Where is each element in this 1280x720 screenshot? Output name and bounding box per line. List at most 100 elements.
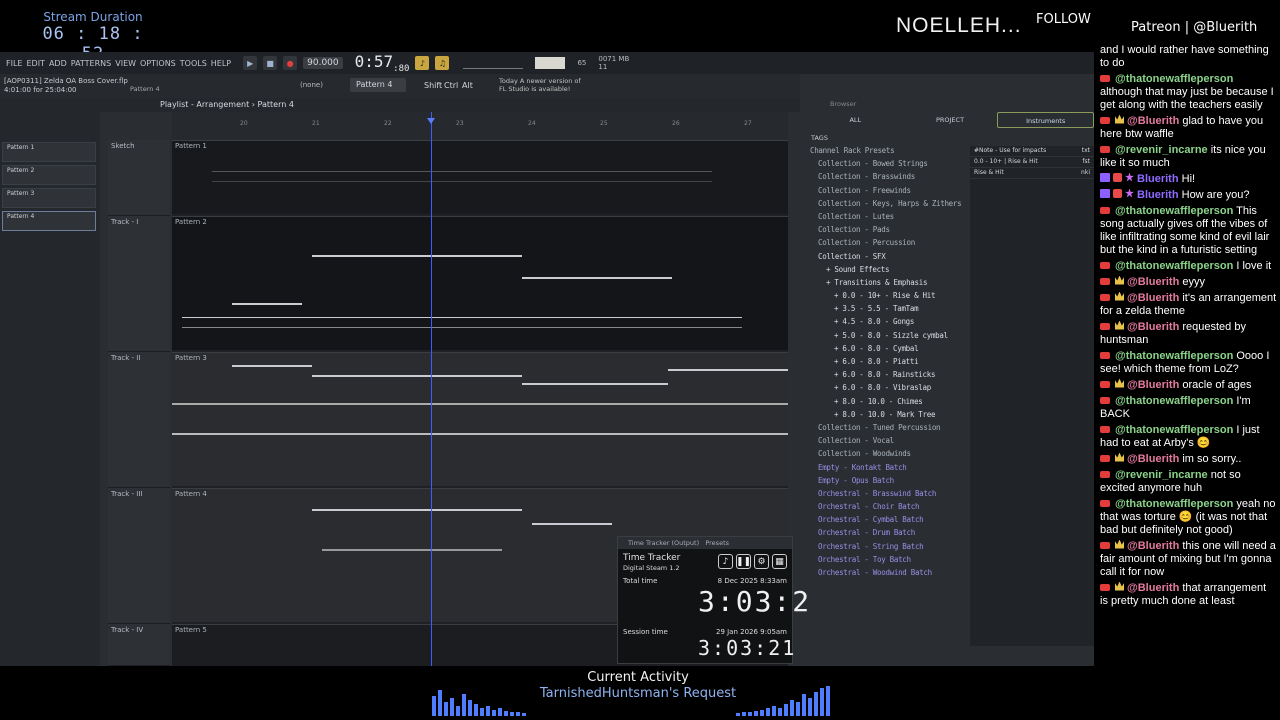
- browser-file-row[interactable]: #Note - Use for impacts txt: [970, 146, 1094, 157]
- track-header-sketch[interactable]: Sketch: [108, 140, 170, 216]
- chat-username[interactable]: @thatonewaffleperson: [1115, 424, 1233, 436]
- pause-icon[interactable]: ❚❚: [736, 554, 751, 569]
- menu-edit[interactable]: EDIT: [24, 59, 46, 68]
- browser-tree-item[interactable]: + 6.0 - 8.0 - Cymbal: [808, 344, 966, 357]
- browser-tree-item[interactable]: Collection - Bowed Strings: [808, 159, 966, 172]
- chat-username[interactable]: @Bluerith: [1127, 115, 1179, 127]
- browser-tree-item[interactable]: Orchestral - Cymbal Batch: [808, 515, 966, 528]
- menu-options[interactable]: OPTIONS: [138, 59, 178, 68]
- track-header-4[interactable]: Track - IV: [108, 624, 170, 666]
- browser-tree-item[interactable]: Collection - Lutes: [808, 212, 966, 225]
- shift-key[interactable]: Shift: [424, 81, 442, 90]
- play-icon[interactable]: ▶: [243, 56, 258, 70]
- browser-tree-item[interactable]: Collection - Pads: [808, 225, 966, 238]
- ctrl-key[interactable]: Ctrl: [444, 81, 458, 90]
- chat-username[interactable]: @Bluerith: [1127, 453, 1179, 465]
- browser-tree-item[interactable]: + 4.5 - 8.0 - Gongs: [808, 317, 966, 330]
- record-icon[interactable]: ●: [283, 56, 298, 70]
- pattern-mode-icon[interactable]: ♪: [415, 56, 430, 70]
- pattern-selector[interactable]: Pattern 4: [350, 78, 406, 92]
- browser-tree-item[interactable]: + 8.0 - 10.0 - Chimes: [808, 397, 966, 410]
- tempo-display[interactable]: 90.000: [303, 57, 343, 69]
- gear-icon[interactable]: ⚙: [754, 554, 769, 569]
- news-panel[interactable]: Today A newer version of FL Studio is av…: [499, 77, 581, 93]
- menu-view[interactable]: VIEW: [113, 59, 138, 68]
- chat-username[interactable]: @thatonewaffleperson: [1115, 260, 1233, 272]
- browser-tree-item[interactable]: Orchestral - String Batch: [808, 542, 966, 555]
- browser-tree-item[interactable]: + 6.0 - 8.0 - Piatti: [808, 357, 966, 370]
- chat-username[interactable]: @thatonewaffleperson: [1115, 205, 1233, 217]
- chat-username[interactable]: @thatonewaffleperson: [1115, 350, 1233, 362]
- red-badge-icon: [1113, 188, 1122, 198]
- chat-username[interactable]: Bluerith: [1137, 173, 1179, 185]
- browser-tree-item[interactable]: Empty - Kontakt Batch: [808, 463, 966, 476]
- chat-username[interactable]: @thatonewaffleperson: [1115, 73, 1233, 85]
- browser-tree-item[interactable]: Collection - Brasswinds: [808, 172, 966, 185]
- menu-file[interactable]: FILE: [4, 59, 24, 68]
- browser-tree-item[interactable]: + 3.5 - 5.5 - TamTam: [808, 304, 966, 317]
- tab-all[interactable]: ALL: [808, 112, 903, 128]
- browser-tree-item[interactable]: Collection - Percussion: [808, 238, 966, 251]
- tab-instruments[interactable]: Instruments: [997, 112, 1094, 128]
- picker-pattern-1[interactable]: Pattern 1: [2, 142, 96, 162]
- song-mode-icon[interactable]: ♫: [435, 56, 450, 70]
- grid-icon[interactable]: ▦: [772, 554, 787, 569]
- browser-tree-item[interactable]: + 8.0 - 10.0 - Mark Tree: [808, 410, 966, 423]
- browser-tree-item[interactable]: Collection - SFX: [808, 252, 966, 265]
- track-header-1[interactable]: Track - I: [108, 216, 170, 352]
- picker-pattern-2[interactable]: Pattern 2: [2, 165, 96, 185]
- clip-pattern-1[interactable]: Pattern 1: [172, 140, 788, 214]
- track-header-2[interactable]: Track - II: [108, 352, 170, 488]
- stop-icon[interactable]: ■: [263, 56, 278, 70]
- browser-tree-item[interactable]: Orchestral - Woodwind Batch: [808, 568, 966, 581]
- browser-tree-item[interactable]: Collection - Keys, Harps & Zithers: [808, 199, 966, 212]
- clip-pattern-2[interactable]: Pattern 2: [172, 216, 788, 350]
- tab-project[interactable]: PROJECT: [903, 112, 998, 128]
- time-tracker-titlebar[interactable]: Time Tracker (Output) Presets: [618, 537, 792, 549]
- browser-tree-item[interactable]: + Transitions & Emphasis: [808, 278, 966, 291]
- browser-tree-item[interactable]: Empty - Opus Batch: [808, 476, 966, 489]
- browser-tree-item[interactable]: Collection - Tuned Percussion: [808, 423, 966, 436]
- browser-tree-item[interactable]: Orchestral - Toy Batch: [808, 555, 966, 568]
- chat-username[interactable]: @thatonewaffleperson: [1115, 498, 1233, 510]
- browser-tree-item[interactable]: Collection - Vocal: [808, 436, 966, 449]
- chat-username[interactable]: @Bluerith: [1127, 582, 1179, 594]
- browser-tree-item[interactable]: + Sound Effects: [808, 265, 966, 278]
- browser-tree-item[interactable]: Collection - Woodwinds: [808, 449, 966, 462]
- chat-username[interactable]: @thatonewaffleperson: [1115, 395, 1233, 407]
- chat-username[interactable]: @Bluerith: [1127, 321, 1179, 333]
- track-header-3[interactable]: Track - III: [108, 488, 170, 624]
- browser-tree-item[interactable]: + 6.0 - 8.0 - Vibraslap: [808, 383, 966, 396]
- picker-pattern-4[interactable]: Pattern 4: [2, 211, 96, 231]
- browser-tree-item[interactable]: + 5.0 - 8.0 - Sizzle cymbal: [808, 331, 966, 344]
- picker-pattern-3[interactable]: Pattern 3: [2, 188, 96, 208]
- chat-username[interactable]: @revenir_incarne: [1115, 469, 1208, 481]
- browser-tree-item[interactable]: Channel Rack Presets: [808, 146, 966, 159]
- menu-tools[interactable]: TOOLS: [178, 59, 209, 68]
- browser-tree-item[interactable]: Orchestral - Choir Batch: [808, 502, 966, 515]
- chat-username[interactable]: @Bluerith: [1127, 292, 1179, 304]
- timeline-ruler[interactable]: 20 21 22 23 24 25 26 27: [172, 112, 788, 140]
- chat-username[interactable]: @Bluerith: [1127, 379, 1179, 391]
- presets-button[interactable]: Presets: [705, 539, 729, 547]
- menu-add[interactable]: ADD: [47, 59, 69, 68]
- clip-pattern-3[interactable]: Pattern 3: [172, 352, 788, 486]
- browser-file-row[interactable]: Rise & Hit nki: [970, 168, 1094, 179]
- chat-username[interactable]: @Bluerith: [1127, 276, 1179, 288]
- browser-file-row[interactable]: 0.0 - 10+ | Rise & Hit fst: [970, 157, 1094, 168]
- star-badge-icon: [1125, 172, 1134, 182]
- chat-username[interactable]: @revenir_incarne: [1115, 144, 1208, 156]
- browser-tree-item[interactable]: + 0.0 - 10+ - Rise & Hit: [808, 291, 966, 304]
- menu-help[interactable]: HELP: [209, 59, 233, 68]
- browser-tree-item[interactable]: Orchestral - Brasswind Batch: [808, 489, 966, 502]
- chat-username[interactable]: @Bluerith: [1127, 540, 1179, 552]
- speaker-icon[interactable]: ♪: [718, 554, 733, 569]
- browser-tree-item[interactable]: Orchestral - Drum Batch: [808, 528, 966, 541]
- alt-key[interactable]: Alt: [462, 81, 473, 90]
- browser-tree-item[interactable]: + 6.0 - 8.0 - Rainsticks: [808, 370, 966, 383]
- menu-patterns[interactable]: PATTERNS: [69, 59, 113, 68]
- browser-tree-item[interactable]: Collection - Freewinds: [808, 186, 966, 199]
- playhead[interactable]: [431, 112, 432, 666]
- snap-selector[interactable]: (none): [300, 81, 323, 89]
- chat-username[interactable]: Bluerith: [1137, 189, 1179, 201]
